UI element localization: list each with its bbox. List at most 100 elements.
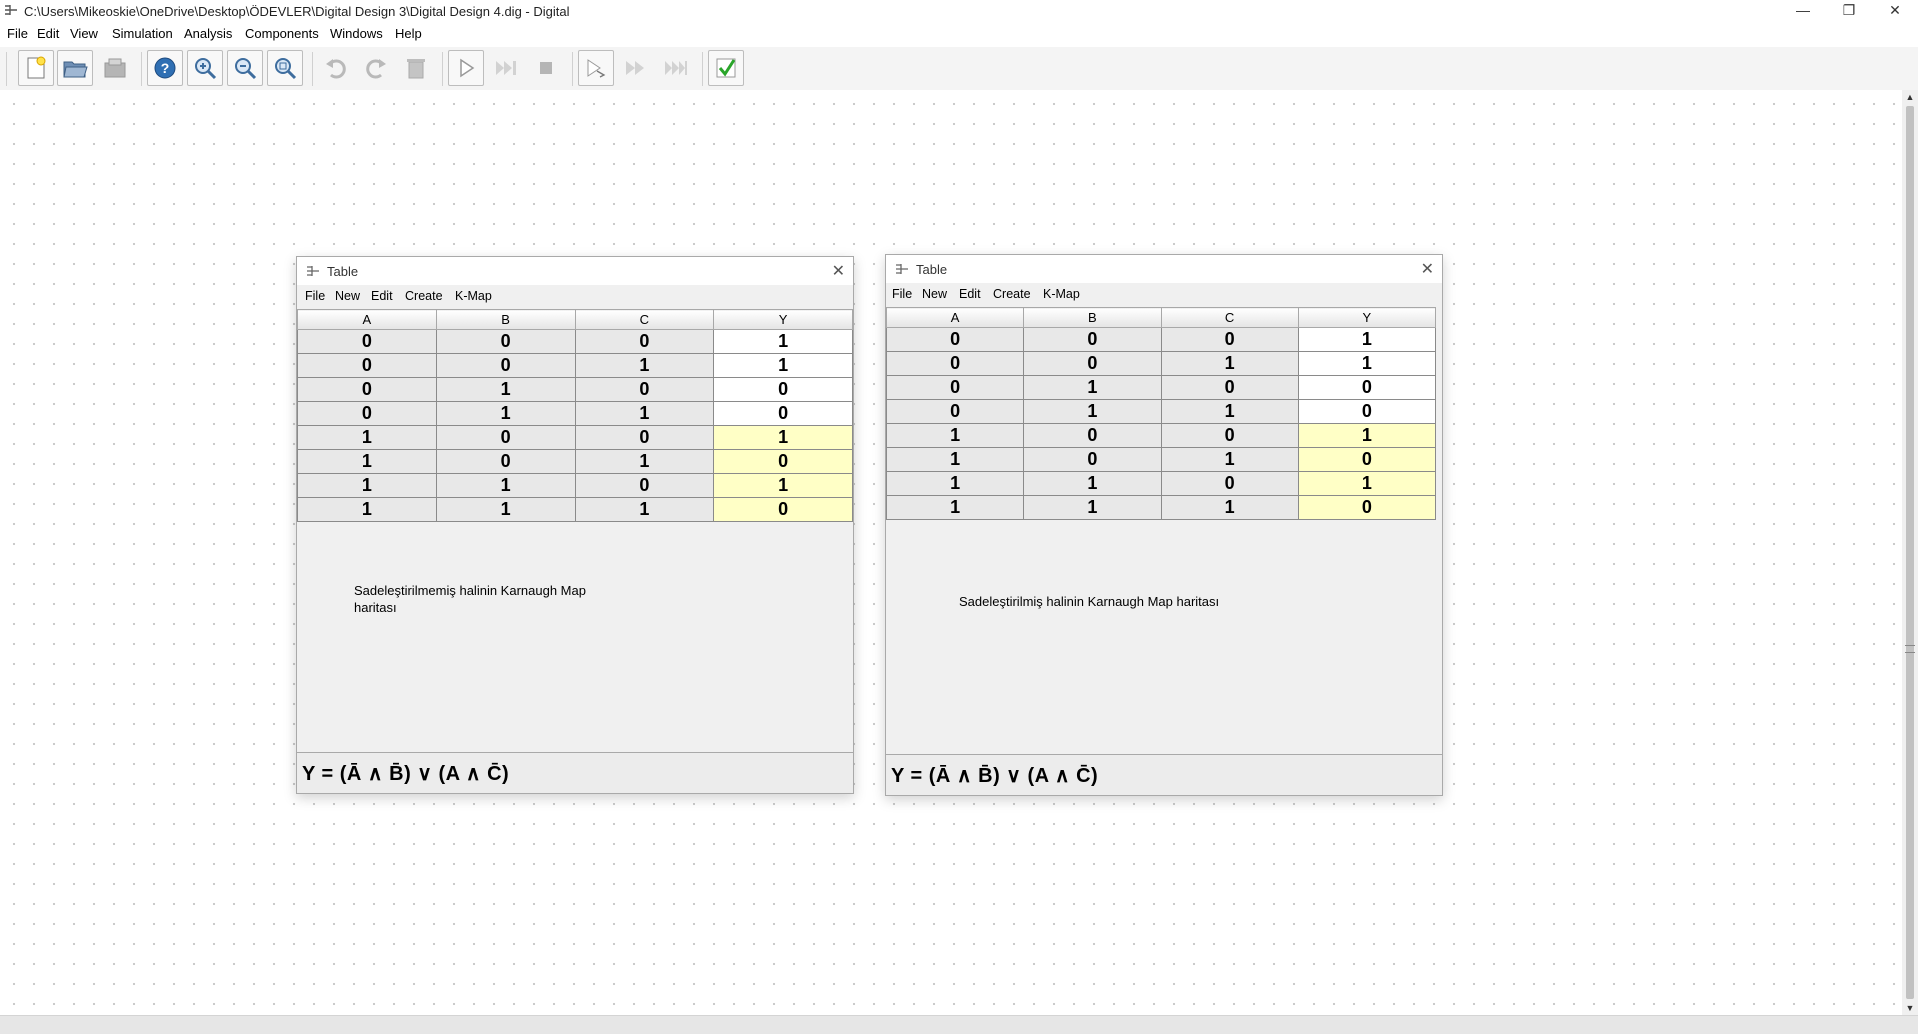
step-button[interactable] (578, 50, 614, 86)
redo-button[interactable] (358, 50, 394, 86)
scroll-up-arrow-icon[interactable]: ▲ (1902, 90, 1918, 104)
menu-components[interactable]: Components (245, 26, 319, 41)
output-cell[interactable]: 1 (713, 353, 853, 378)
stop-button[interactable] (528, 50, 564, 86)
vertical-scrollbar[interactable]: ▲ ▼ (1902, 90, 1918, 1015)
input-cell: 1 (297, 497, 437, 522)
maximize-button[interactable]: ❐ (1826, 0, 1872, 22)
column-header-y[interactable]: Y (713, 309, 853, 330)
input-cell: 1 (297, 473, 437, 498)
truth-table-dialog-unsimplified: Table ✕ File New Edit Create K-Map A B C… (296, 256, 854, 794)
boolean-expression: Y = (Ā ∧ B̄) ∨ (A ∧ C̄) (891, 765, 1099, 787)
dialog-menu-create[interactable]: Create (405, 289, 443, 303)
menu-help[interactable]: Help (395, 26, 422, 41)
column-header-c[interactable]: C (1160, 307, 1299, 328)
input-cell: 0 (1023, 423, 1162, 448)
output-cell-highlighted[interactable]: 0 (713, 497, 853, 522)
run-to-end-button[interactable] (658, 50, 694, 86)
output-cell[interactable]: 0 (713, 377, 853, 402)
truth-table: A B C Y 0 0 0 1 0 0 1 1 0 1 0 0 0 1 1 0 (885, 307, 1437, 520)
output-cell-highlighted[interactable]: 0 (1297, 495, 1437, 520)
delete-button[interactable] (398, 50, 434, 86)
run-to-break-icon (626, 61, 644, 75)
dialog-menu-kmap[interactable]: K-Map (1043, 287, 1080, 301)
check-button[interactable] (708, 50, 744, 86)
table-row: 0 1 1 0 (885, 399, 1437, 424)
expression-panel: Y = (Ā ∧ B̄) ∨ (A ∧ C̄) (886, 754, 1442, 795)
start-simulation-button[interactable] (448, 50, 484, 86)
output-cell[interactable]: 0 (713, 401, 853, 426)
dialog-menu-file[interactable]: File (305, 289, 325, 303)
output-cell[interactable]: 0 (1297, 375, 1437, 400)
dialog-title: Table (916, 262, 948, 277)
column-header-y[interactable]: Y (1297, 307, 1437, 328)
save-icon (104, 58, 126, 78)
input-cell: 0 (297, 401, 437, 426)
svg-text:?: ? (161, 60, 170, 76)
close-icon[interactable]: ✕ (832, 261, 845, 281)
save-button[interactable] (97, 50, 133, 86)
redo-icon (366, 59, 386, 79)
help-button[interactable]: ? (147, 50, 183, 86)
input-cell: 1 (574, 497, 715, 522)
new-file-button[interactable] (18, 50, 54, 86)
output-cell-highlighted[interactable]: 1 (1297, 423, 1437, 448)
minimize-button[interactable]: — (1780, 0, 1826, 22)
fit-zoom-button[interactable] (267, 50, 303, 86)
column-header-a[interactable]: A (297, 309, 437, 330)
open-button[interactable] (57, 50, 93, 86)
table-row: 1 0 0 1 (885, 423, 1437, 448)
expression-panel: Y = (Ā ∧ B̄) ∨ (A ∧ C̄) (297, 752, 853, 793)
input-cell: 0 (435, 449, 576, 474)
menu-simulation[interactable]: Simulation (112, 26, 173, 41)
scrollbar-thumb[interactable] (1906, 106, 1914, 999)
zoom-out-button[interactable] (227, 50, 263, 86)
output-cell-highlighted[interactable]: 0 (713, 449, 853, 474)
column-header-b[interactable]: B (435, 309, 576, 330)
dialog-menu-create[interactable]: Create (993, 287, 1031, 301)
dialog-title-bar[interactable]: Table ✕ (886, 255, 1442, 283)
note-line: Sadeleştirilmemiş halinin Karnaugh Map (354, 583, 586, 598)
close-button[interactable]: ✕ (1872, 0, 1918, 22)
input-cell: 1 (885, 471, 1025, 496)
input-cell: 0 (297, 377, 437, 402)
menu-edit[interactable]: Edit (37, 26, 59, 41)
input-cell: 1 (1160, 351, 1299, 376)
output-cell[interactable]: 1 (1297, 327, 1437, 352)
output-cell[interactable]: 0 (1297, 399, 1437, 424)
scroll-down-arrow-icon[interactable]: ▼ (1902, 1001, 1918, 1015)
menu-view[interactable]: View (70, 26, 98, 41)
zoom-in-button[interactable] (187, 50, 223, 86)
input-cell: 1 (574, 401, 715, 426)
dialog-title-bar[interactable]: Table ✕ (297, 257, 853, 285)
menu-file[interactable]: File (7, 26, 28, 41)
dialog-menu-new[interactable]: New (335, 289, 360, 303)
output-cell-highlighted[interactable]: 1 (1297, 471, 1437, 496)
dialog-menu-new[interactable]: New (922, 287, 947, 301)
fast-run-button[interactable] (488, 50, 524, 86)
dialog-menu-kmap[interactable]: K-Map (455, 289, 492, 303)
run-to-break-button[interactable] (618, 50, 654, 86)
input-cell: 1 (1160, 447, 1299, 472)
dialog-menu-edit[interactable]: Edit (371, 289, 393, 303)
column-header-a[interactable]: A (885, 307, 1025, 328)
menu-analysis[interactable]: Analysis (184, 26, 232, 41)
app-icon (5, 5, 17, 15)
output-cell[interactable]: 1 (713, 329, 853, 354)
toolbar-separator (442, 52, 443, 86)
output-cell-highlighted[interactable]: 0 (1297, 447, 1437, 472)
dialog-menu-edit[interactable]: Edit (959, 287, 981, 301)
output-cell[interactable]: 1 (1297, 351, 1437, 376)
output-cell-highlighted[interactable]: 1 (713, 425, 853, 450)
table-row: 0 1 0 0 (297, 377, 853, 402)
dialog-menu-file[interactable]: File (892, 287, 912, 301)
menu-windows[interactable]: Windows (330, 26, 383, 41)
undo-button[interactable] (318, 50, 354, 86)
input-cell: 1 (885, 423, 1025, 448)
output-cell-highlighted[interactable]: 1 (713, 473, 853, 498)
column-header-b[interactable]: B (1023, 307, 1162, 328)
close-icon[interactable]: ✕ (1421, 259, 1434, 279)
column-header-c[interactable]: C (574, 309, 715, 330)
fit-zoom-icon (275, 58, 297, 80)
table-row: 0 0 1 1 (297, 353, 853, 378)
